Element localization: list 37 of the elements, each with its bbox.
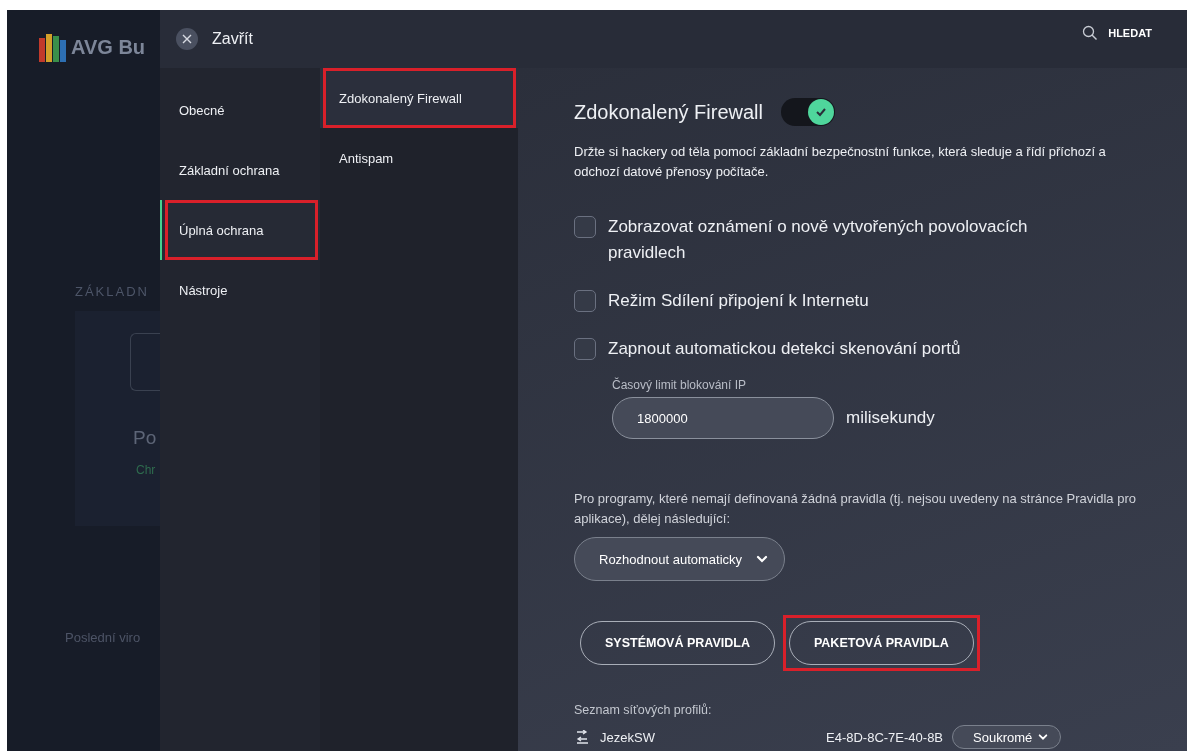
unit-label: milisekundy: [846, 408, 935, 428]
option-label: Zapnout automatickou detekci skenování portů: [608, 338, 961, 360]
firewall-toggle[interactable]: [781, 98, 835, 126]
close-button[interactable]: Zavřít: [176, 28, 253, 50]
network-icon: [574, 730, 590, 744]
chevron-icon: [1038, 732, 1049, 742]
search-button[interactable]: HLEDAT: [1082, 25, 1152, 41]
checkbox[interactable]: [574, 216, 596, 238]
close-icon: [176, 28, 198, 50]
checkbox[interactable]: [574, 338, 596, 360]
checkbox[interactable]: [574, 290, 596, 312]
logo-text: AVG Bu: [71, 35, 146, 59]
category-item[interactable]: Základní ochrana: [160, 140, 320, 200]
section-heading: ZÁKLADN: [75, 284, 150, 299]
timeout-field[interactable]: 1800000: [612, 397, 834, 439]
card-status: Chr: [136, 463, 156, 477]
section-title: Zdokonalený Firewall: [574, 100, 763, 124]
subcategory-item[interactable]: Antispam: [320, 128, 518, 188]
chevron-icon: [756, 553, 769, 565]
footer-text: Poslední viro: [65, 630, 142, 645]
info-text: Pro programy, které nemají definovaná žádná pravidla (tj. nejsou uvedeny na stránce Pravidla pro aplikace), dělej následující:: [574, 490, 1137, 528]
mac-address: E4-8D-8C-7E-40-8B: [826, 729, 945, 745]
check-icon: [815, 106, 827, 118]
category-item[interactable]: Obecné: [160, 80, 320, 140]
option-label: Zobrazovat oznámení o nově vytvořených povolovacích pravidlech: [608, 216, 1029, 264]
option-label: Režim Sdílení připojení k Internetu: [608, 290, 869, 312]
category-item[interactable]: Nástroje: [160, 260, 320, 320]
field-label: Časový limit blokování IP: [612, 378, 748, 392]
profile-type-dropdown[interactable]: Soukromé: [952, 725, 1062, 749]
category-item[interactable]: Úplná ochrana: [160, 200, 320, 260]
description-text: Držte si hackery od těla pomocí základní bezpečnostní funkce, která sleduje a řídí příchozí a odchozí datové přenosy počítače.: [574, 143, 1107, 181]
profiles-label: Seznam síťových profilů:: [574, 703, 713, 717]
search-icon: [1082, 25, 1099, 41]
profile-name: JezekSW: [600, 729, 656, 745]
action-dropdown[interactable]: Rozhodnout automaticky: [574, 537, 786, 581]
card-title: Po: [133, 427, 157, 449]
subcategory-item[interactable]: Zdokonalený Firewall: [320, 68, 518, 128]
